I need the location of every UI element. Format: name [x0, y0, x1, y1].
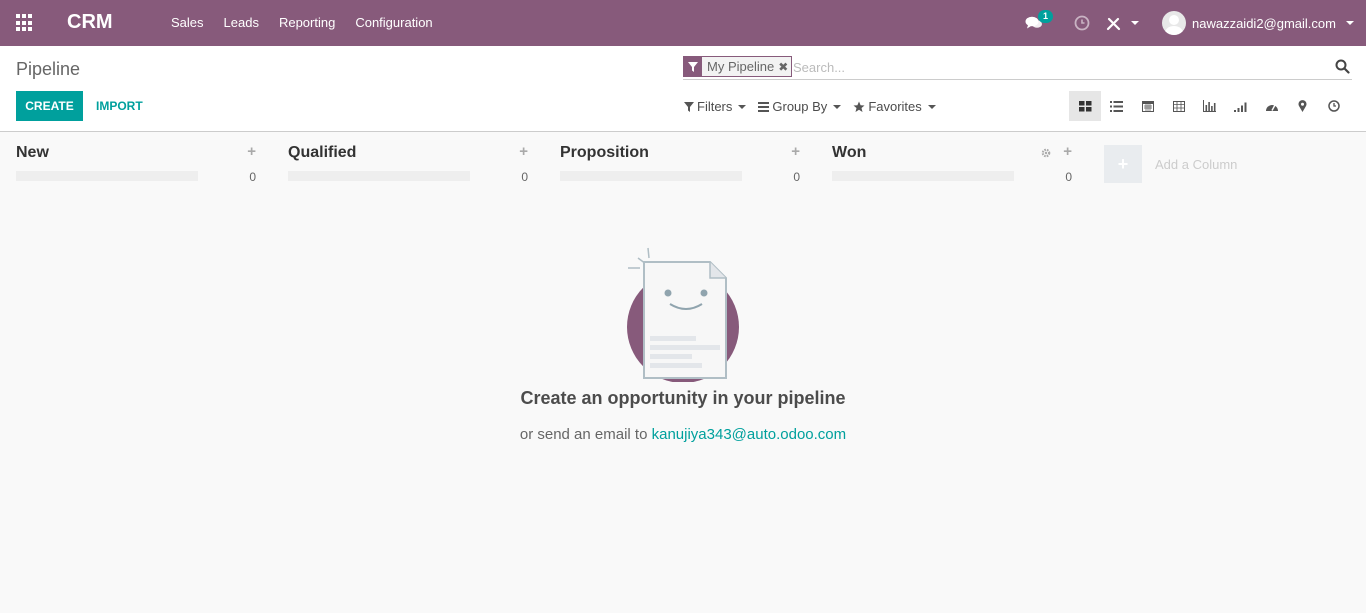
- kanban-icon: [1078, 100, 1091, 111]
- top-navbar: CRM Sales Leads Reporting Configuration …: [0, 0, 1366, 46]
- column-title[interactable]: Qualified: [288, 144, 356, 162]
- avatar: [1162, 11, 1186, 35]
- calendar-icon: [1141, 101, 1154, 112]
- clock-icon: [1327, 100, 1340, 112]
- menu-item-reporting[interactable]: Reporting: [279, 15, 335, 30]
- filter-icon: [684, 101, 694, 112]
- search-input[interactable]: [793, 57, 1323, 77]
- caret-down-icon: [833, 104, 842, 109]
- column-title[interactable]: New: [16, 144, 49, 162]
- column-progressbar: [288, 171, 470, 181]
- search-icon[interactable]: [1335, 59, 1350, 77]
- cohort-icon: [1234, 102, 1247, 112]
- column-count: 0: [1065, 170, 1072, 184]
- smiling-document-illustration: [627, 247, 739, 382]
- bars-icon: [758, 101, 770, 112]
- caret-down-icon: [1131, 21, 1139, 25]
- breadcrumb: Pipeline: [16, 59, 81, 79]
- column-progressbar: [832, 171, 1014, 181]
- filters-dropdown[interactable]: Filters: [684, 99, 747, 114]
- view-switcher: [1069, 91, 1349, 121]
- helper-title: Create an opportunity in your pipeline: [520, 388, 846, 408]
- column-title[interactable]: Won: [832, 144, 866, 162]
- alias-email-link[interactable]: kanujiya343@auto.odoo.com: [652, 426, 847, 443]
- messaging-button[interactable]: 1: [1025, 0, 1054, 46]
- column-count: 0: [521, 170, 528, 184]
- user-menu[interactable]: nawazzaidi2@gmail.com: [1162, 0, 1354, 46]
- apps-menu-icon[interactable]: [16, 14, 34, 32]
- user-email: nawazzaidi2@gmail.com: [1192, 15, 1336, 31]
- view-graph-button[interactable]: [1194, 91, 1225, 121]
- groupby-label: Group By: [772, 99, 828, 114]
- clock-icon: [1074, 15, 1090, 31]
- view-cohort-button[interactable]: [1225, 91, 1256, 121]
- list-icon: [1110, 100, 1123, 112]
- create-button[interactable]: CREATE: [16, 91, 83, 121]
- facet-label: My Pipeline: [707, 59, 775, 74]
- view-pivot-button[interactable]: [1163, 91, 1194, 121]
- app-brand[interactable]: CRM: [67, 11, 113, 34]
- favorites-label: Favorites: [868, 99, 922, 114]
- filters-label: Filters: [697, 99, 733, 114]
- view-list-button[interactable]: [1101, 91, 1132, 121]
- quick-create-icon[interactable]: +: [1063, 143, 1072, 160]
- quick-create-icon[interactable]: +: [519, 143, 528, 160]
- graph-icon: [1203, 100, 1216, 112]
- view-kanban-button[interactable]: [1069, 91, 1101, 121]
- helper-subtitle-prefix: or send an email to: [519, 426, 648, 443]
- caret-down-icon: [927, 104, 936, 109]
- view-calendar-button[interactable]: [1132, 91, 1163, 121]
- favorites-dropdown[interactable]: Favorites: [853, 99, 936, 114]
- column-progressbar: [16, 171, 198, 181]
- search-options: Filters Group By Favorites: [684, 99, 948, 114]
- column-title[interactable]: Proposition: [560, 144, 649, 162]
- import-button[interactable]: IMPORT: [96, 99, 143, 113]
- filter-icon: [684, 56, 702, 77]
- view-map-button[interactable]: [1287, 91, 1318, 121]
- tools-icon: [1106, 17, 1121, 30]
- menu-item-sales[interactable]: Sales: [171, 15, 204, 30]
- view-activity-button[interactable]: [1318, 91, 1349, 121]
- groupby-dropdown[interactable]: Group By: [758, 99, 842, 114]
- column-count: 0: [249, 170, 256, 184]
- view-dashboard-button[interactable]: [1256, 91, 1287, 121]
- chat-badge: 1: [1038, 10, 1054, 23]
- caret-down-icon: [1345, 21, 1354, 25]
- control-panel: Pipeline CREATE IMPORT My Pipeline ✖ Fil…: [0, 46, 1366, 132]
- map-marker-icon: [1298, 100, 1307, 112]
- search-bar: My Pipeline ✖: [683, 56, 1352, 80]
- add-column-label: Add a Column: [1155, 156, 1238, 172]
- main-menu: Sales Leads Reporting Configuration: [171, 15, 453, 30]
- column-count: 0: [793, 170, 800, 184]
- column-progressbar: [560, 171, 742, 181]
- caret-down-icon: [738, 104, 747, 109]
- gear-icon[interactable]: [1041, 146, 1051, 161]
- no-content-helper: Create an opportunity in your pipeline o…: [0, 242, 1366, 443]
- helper-subtitle: or send an email to kanujiya343@auto.odo…: [0, 426, 1366, 443]
- quick-create-icon[interactable]: +: [247, 143, 256, 160]
- quick-create-icon[interactable]: +: [791, 143, 800, 160]
- pivot-icon: [1172, 100, 1185, 112]
- star-icon: [853, 101, 865, 112]
- activity-button[interactable]: [1074, 0, 1090, 46]
- facet-remove-icon[interactable]: ✖: [778, 60, 791, 74]
- menu-item-leads[interactable]: Leads: [224, 15, 259, 30]
- menu-item-configuration[interactable]: Configuration: [355, 15, 432, 30]
- search-facet: My Pipeline ✖: [683, 56, 793, 77]
- plus-icon: +: [1104, 145, 1142, 183]
- debug-menu-button[interactable]: [1106, 0, 1139, 46]
- dashboard-icon: [1265, 104, 1278, 111]
- kanban-view: New + 0 Qualified + 0 Proposition + 0 Wo…: [0, 132, 1366, 613]
- add-column-button[interactable]: + Add a Column: [1104, 145, 1237, 183]
